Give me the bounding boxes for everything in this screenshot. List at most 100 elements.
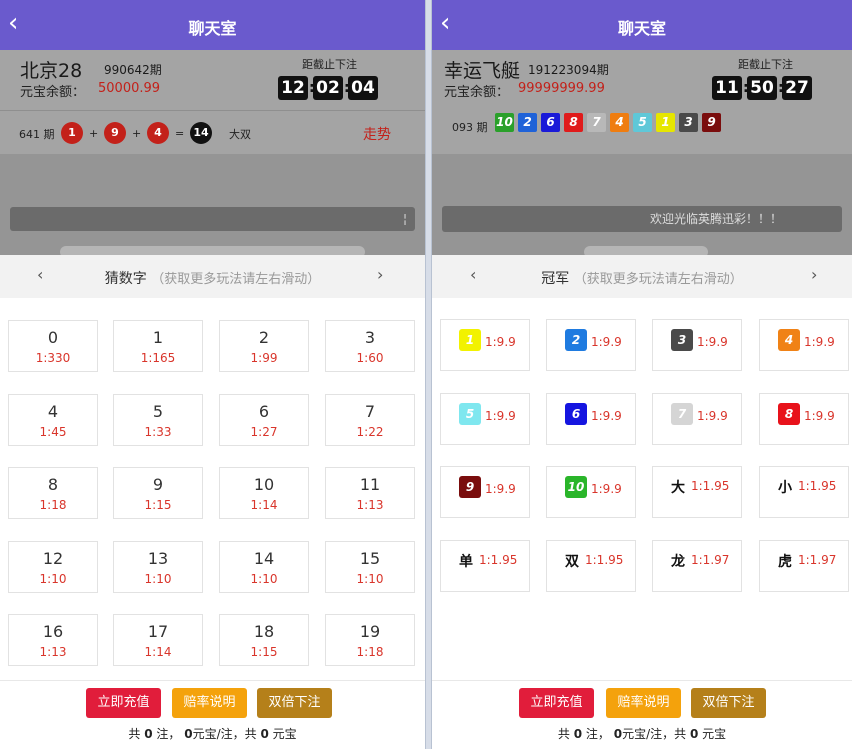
bet-number-cell[interactable]: 16 1:13 bbox=[8, 614, 98, 666]
result-text: 大双 bbox=[229, 128, 251, 141]
bet-option-cell[interactable]: 8 1:9.9 bbox=[759, 392, 849, 445]
result-number-square: 8 bbox=[564, 113, 583, 132]
bet-option-cell[interactable]: 龙 1:1.97 bbox=[652, 539, 742, 592]
left-phone-screen: ‹ 聊天室 北京28 990642期 元宝余额： 50000.99 距截止下注 … bbox=[0, 0, 425, 749]
balance-value: 99999999.99 bbox=[518, 81, 605, 96]
bet-number-cell[interactable]: 10 1:14 bbox=[219, 467, 309, 519]
bet-footer: 立即充值 赔率说明 双倍下注 共 0 注， 0元宝/注，共 0 元宝 bbox=[0, 680, 425, 749]
bet-number-cell[interactable]: 9 1:15 bbox=[113, 467, 203, 519]
bet-option-cell[interactable]: 单 1:1.95 bbox=[440, 539, 530, 592]
bet-option-cell[interactable]: 虎 1:1.97 bbox=[759, 539, 849, 592]
bet-odds: 1:1.97 bbox=[798, 552, 837, 567]
bet-odds: 1:45 bbox=[39, 424, 67, 439]
game-info-panel: 北京28 990642期 元宝余额： 50000.99 距截止下注 12 : 0… bbox=[0, 50, 425, 258]
bet-number: 2 bbox=[258, 328, 270, 347]
car-number-badge: 5 bbox=[459, 402, 481, 425]
bet-option-cell[interactable]: 9 1:9.9 bbox=[440, 466, 530, 518]
bet-odds: 1:1.95 bbox=[798, 479, 837, 493]
bet-option-cell[interactable]: 4 1:9.9 bbox=[759, 319, 849, 371]
bet-number: 5 bbox=[152, 401, 164, 421]
bet-number: 12 bbox=[42, 548, 64, 568]
bet-number-cell[interactable]: 18 1:15 bbox=[219, 614, 309, 666]
chevron-right-icon[interactable]: › bbox=[811, 265, 817, 284]
bet-number-cell[interactable]: 14 1:10 bbox=[219, 540, 309, 593]
plus-sign: + bbox=[89, 127, 99, 140]
result-number-square: 9 bbox=[702, 113, 721, 132]
countdown-hours: 11 bbox=[712, 76, 742, 100]
bet-option-cell[interactable]: 10 1:9.9 bbox=[546, 466, 636, 518]
bet-option-cell[interactable]: 5 1:9.9 bbox=[440, 392, 530, 445]
bet-odds: 1:1.95 bbox=[691, 479, 730, 493]
bet-odds: 1:9.9 bbox=[485, 335, 516, 349]
bet-option-cell[interactable]: 1 1:9.9 bbox=[440, 319, 530, 371]
bet-number-cell[interactable]: 1 1:165 bbox=[113, 320, 203, 372]
balance-value: 50000.99 bbox=[98, 81, 161, 96]
bet-number-cell[interactable]: 7 1:22 bbox=[325, 393, 415, 446]
chat-bar-end: ¦ bbox=[402, 212, 407, 226]
bet-odds: 1:15 bbox=[250, 645, 278, 659]
bet-option-cell[interactable]: 双 1:1.95 bbox=[546, 539, 636, 592]
bet-odds: 1:9.9 bbox=[485, 482, 516, 496]
countdown-seconds: 04 bbox=[348, 76, 378, 100]
bet-option-cell[interactable]: 小 1:1.95 bbox=[759, 466, 849, 518]
screen-divider bbox=[425, 0, 432, 749]
car-number-badge: 1 bbox=[459, 329, 481, 351]
app-header: ‹ 聊天室 bbox=[0, 0, 425, 50]
bet-number-cell[interactable]: 0 1:330 bbox=[8, 320, 98, 372]
double-bet-button[interactable]: 双倍下注 bbox=[691, 688, 766, 718]
bet-number-cell[interactable]: 4 1:45 bbox=[8, 393, 98, 446]
double-bet-button[interactable]: 双倍下注 bbox=[257, 688, 332, 718]
bet-count: 0 bbox=[144, 727, 153, 741]
bet-option-cell[interactable]: 大 1:1.95 bbox=[652, 466, 742, 518]
trend-link[interactable]: 走势 bbox=[363, 124, 391, 144]
car-number-badge: 8 bbox=[778, 402, 800, 425]
chevron-right-icon[interactable]: › bbox=[377, 265, 383, 284]
bet-option-cell[interactable]: 7 1:9.9 bbox=[652, 392, 742, 445]
play-type-name: 猜数字 bbox=[104, 271, 147, 287]
chat-area bbox=[0, 154, 425, 255]
play-type-title: 猜数字 （获取更多玩法请左右滑动） bbox=[0, 268, 425, 288]
bet-odds: 1:14 bbox=[250, 498, 278, 512]
bet-option-cell[interactable]: 6 1:9.9 bbox=[546, 392, 636, 445]
bet-number-cell[interactable]: 3 1:60 bbox=[325, 320, 415, 372]
bet-number-cell[interactable]: 6 1:27 bbox=[219, 393, 309, 446]
odds-info-button[interactable]: 赔率说明 bbox=[172, 688, 247, 718]
bet-option-cell[interactable]: 3 1:9.9 bbox=[652, 319, 742, 371]
bet-number-cell[interactable]: 11 1:13 bbox=[325, 467, 415, 519]
bet-option-cell[interactable]: 2 1:9.9 bbox=[546, 319, 636, 371]
result-number-square: 4 bbox=[610, 113, 629, 132]
bet-number-cell[interactable]: 8 1:18 bbox=[8, 467, 98, 519]
recharge-button[interactable]: 立即充值 bbox=[86, 688, 161, 718]
car-number-badge: 7 bbox=[671, 402, 693, 425]
summary-text: 元宝 bbox=[272, 727, 297, 741]
bet-number-cell[interactable]: 17 1:14 bbox=[113, 614, 203, 666]
countdown-label: 距截止下注 bbox=[738, 58, 793, 71]
bet-number: 13 bbox=[147, 548, 169, 568]
bet-odds: 1:1.95 bbox=[585, 552, 624, 567]
bet-odds: 1:13 bbox=[356, 498, 384, 512]
car-number-badge: 6 bbox=[565, 402, 587, 425]
recharge-button[interactable]: 立即充值 bbox=[519, 688, 594, 718]
chat-message-bar: ¦ bbox=[10, 207, 415, 231]
play-type-hint: （获取更多玩法请左右滑动） bbox=[151, 272, 321, 287]
bet-odds: 1:1.97 bbox=[691, 552, 730, 567]
bet-option-label: 双 bbox=[565, 553, 579, 570]
summary-text: 元宝/注，共 bbox=[622, 727, 687, 741]
bet-count: 0 bbox=[573, 727, 583, 741]
equals-sign: = bbox=[175, 127, 185, 140]
summary-text: 共 bbox=[128, 727, 141, 741]
bet-odds: 1:9.9 bbox=[697, 335, 728, 349]
odds-info-button[interactable]: 赔率说明 bbox=[606, 688, 681, 718]
chat-message-bar: 欢迎光临英腾迅彩！！！ bbox=[442, 206, 842, 232]
bet-odds: 1:9.9 bbox=[591, 482, 622, 496]
summary-text: 注， bbox=[585, 727, 610, 741]
bet-number-cell[interactable]: 2 1:99 bbox=[219, 320, 309, 372]
car-number-badge: 4 bbox=[778, 329, 800, 351]
bet-number-cell[interactable]: 19 1:18 bbox=[325, 614, 415, 666]
bet-odds: 1:14 bbox=[144, 645, 172, 659]
bet-number-cell[interactable]: 15 1:10 bbox=[325, 540, 415, 593]
bet-number-cell[interactable]: 5 1:33 bbox=[113, 393, 203, 446]
bet-number-cell[interactable]: 13 1:10 bbox=[113, 540, 203, 593]
bet-number-cell[interactable]: 12 1:10 bbox=[8, 540, 98, 593]
countdown-hours: 12 bbox=[278, 76, 308, 100]
